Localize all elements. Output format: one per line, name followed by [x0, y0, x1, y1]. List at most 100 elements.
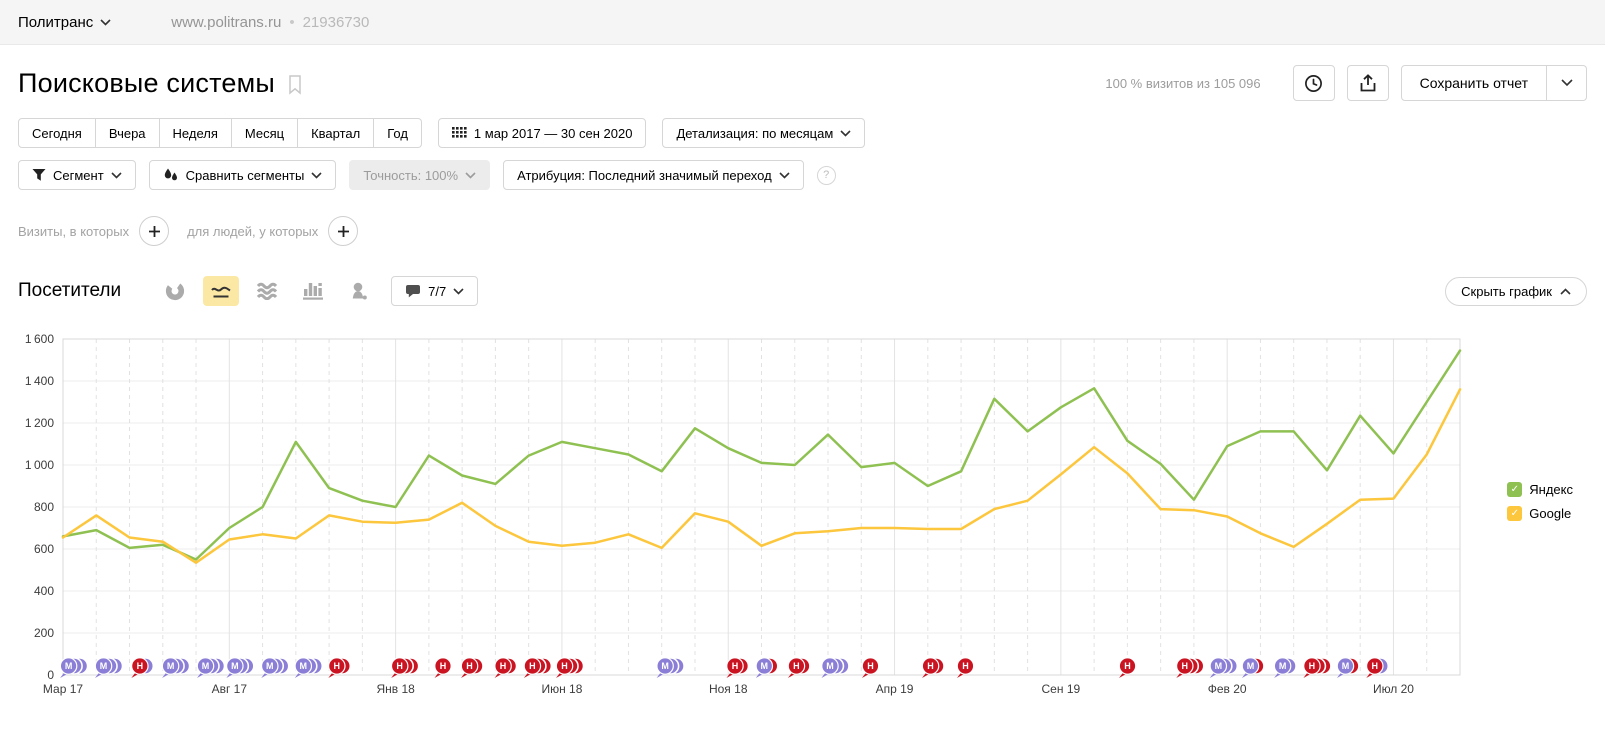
site-info: www.politrans.ru • 21936730	[171, 14, 369, 31]
chart-type-line-button[interactable]	[203, 276, 239, 306]
chevron-down-icon	[779, 172, 790, 179]
svg-text:Н: Н	[1372, 661, 1379, 671]
svg-text:Н: Н	[561, 661, 568, 671]
svg-text:1 200: 1 200	[25, 416, 54, 430]
plus-icon	[337, 225, 350, 238]
legend-item-yandex[interactable]: ✓ Яндекс	[1507, 482, 1573, 497]
report-page: Поисковые системы 100 % визитов из 105 0…	[0, 63, 1605, 700]
chevron-down-icon	[111, 172, 122, 179]
svg-text:М: М	[1247, 661, 1255, 671]
svg-text:М: М	[300, 661, 308, 671]
bookmark-icon[interactable]	[287, 74, 303, 95]
visitors-chart-area: 02004006008001 0001 2001 4001 600ММНММММ…	[18, 322, 1587, 700]
query-builder: Визиты, в которых для людей, у которых	[18, 216, 1587, 246]
chart-legend: ✓ Яндекс ✓ Google	[1507, 482, 1573, 530]
chevron-down-icon	[100, 19, 111, 26]
tab-year[interactable]: Год	[374, 118, 422, 148]
tab-week[interactable]: Неделя	[160, 118, 232, 148]
visits-condition-label: Визиты, в которых	[18, 224, 129, 239]
period-toolbar: Сегодня Вчера Неделя Месяц Квартал Год 1…	[18, 118, 1587, 148]
tab-quarter[interactable]: Квартал	[298, 118, 374, 148]
detalization-label: Детализация: по месяцам	[676, 126, 833, 141]
svg-text:Н: Н	[137, 661, 144, 671]
save-report-menu-button[interactable]	[1547, 65, 1587, 101]
visitors-line-chart[interactable]: 02004006008001 0001 2001 4001 600ММНММММ…	[18, 322, 1587, 700]
svg-text:600: 600	[34, 542, 54, 556]
svg-text:400: 400	[34, 584, 54, 598]
segment-dropdown[interactable]: Сегмент	[18, 160, 136, 190]
svg-text:М: М	[202, 661, 210, 671]
counter-id: 21936730	[303, 14, 370, 31]
svg-text:Н: Н	[334, 661, 341, 671]
chart-title: Посетители	[18, 280, 121, 302]
schedule-button[interactable]	[1293, 65, 1335, 101]
export-button[interactable]	[1347, 65, 1389, 101]
tab-month[interactable]: Месяц	[232, 118, 298, 148]
accuracy-dropdown[interactable]: Точность: 100%	[349, 160, 490, 190]
svg-text:М: М	[1279, 661, 1287, 671]
attribution-dropdown[interactable]: Атрибуция: Последний значимый переход	[503, 160, 804, 190]
chart-type-columns-button[interactable]	[295, 276, 331, 306]
period-tabs: Сегодня Вчера Неделя Месяц Квартал Год	[18, 118, 422, 148]
legend-label: Яндекс	[1529, 482, 1573, 497]
pie-chart-icon	[165, 281, 185, 301]
speech-bubble-icon	[405, 284, 421, 299]
map-pin-icon	[350, 282, 368, 301]
svg-text:Н: Н	[927, 661, 934, 671]
save-report-button[interactable]: Сохранить отчет	[1401, 65, 1547, 101]
legend-label: Google	[1529, 506, 1571, 521]
help-icon[interactable]: ?	[817, 166, 836, 185]
date-range-label: 1 мар 2017 — 30 сен 2020	[474, 126, 633, 141]
chevron-up-icon	[1560, 288, 1571, 295]
svg-text:М: М	[100, 661, 108, 671]
chart-type-area-button[interactable]	[249, 276, 285, 306]
svg-text:Янв 18: Янв 18	[376, 682, 415, 696]
chart-type-pie-button[interactable]	[157, 276, 193, 306]
svg-text:Н: Н	[466, 661, 473, 671]
tab-yesterday[interactable]: Вчера	[96, 118, 160, 148]
topbar: Политранс www.politrans.ru • 21936730	[0, 0, 1605, 45]
compare-segments-dropdown[interactable]: Сравнить сегменты	[149, 160, 337, 190]
legend-item-google[interactable]: ✓ Google	[1507, 506, 1573, 521]
checkbox-checked-icon: ✓	[1507, 482, 1522, 497]
svg-text:Н: Н	[1124, 661, 1131, 671]
svg-text:М: М	[1215, 661, 1223, 671]
line-chart-icon	[210, 283, 232, 300]
segment-toolbar: Сегмент Сравнить сегменты Точность: 100%…	[18, 160, 1587, 190]
accuracy-label: Точность: 100%	[363, 168, 458, 183]
add-visit-condition-button[interactable]	[139, 216, 169, 246]
svg-text:0: 0	[47, 668, 54, 682]
goals-dropdown[interactable]: 7/7	[391, 276, 478, 306]
column-chart-icon	[303, 282, 323, 300]
svg-text:Н: Н	[440, 661, 447, 671]
attribution-label: Атрибуция: Последний значимый переход	[517, 168, 772, 183]
chevron-down-icon	[1561, 79, 1573, 87]
goals-count-label: 7/7	[428, 284, 446, 299]
counter-switcher[interactable]: Политранс	[18, 14, 111, 31]
svg-text:Июл 20: Июл 20	[1373, 682, 1414, 696]
checkbox-checked-icon: ✓	[1507, 506, 1522, 521]
svg-text:800: 800	[34, 500, 54, 514]
calendar-grid-icon	[452, 127, 467, 140]
svg-text:М: М	[661, 661, 669, 671]
add-people-condition-button[interactable]	[328, 216, 358, 246]
svg-text:200: 200	[34, 626, 54, 640]
date-range-button[interactable]: 1 мар 2017 — 30 сен 2020	[438, 118, 647, 148]
site-url: www.politrans.ru	[171, 14, 281, 31]
chevron-down-icon	[453, 288, 464, 295]
svg-text:Н: Н	[962, 661, 969, 671]
detalization-dropdown[interactable]: Детализация: по месяцам	[662, 118, 865, 148]
svg-text:М: М	[826, 661, 834, 671]
funnel-icon	[32, 168, 46, 182]
tab-today[interactable]: Сегодня	[18, 118, 96, 148]
svg-text:М: М	[1342, 661, 1350, 671]
save-report-split-button: Сохранить отчет	[1401, 65, 1587, 101]
svg-text:Ноя 18: Ноя 18	[709, 682, 748, 696]
chart-type-map-button[interactable]	[341, 276, 377, 306]
compare-segments-label: Сравнить сегменты	[186, 168, 305, 183]
svg-text:1 600: 1 600	[25, 332, 54, 346]
svg-text:М: М	[266, 661, 274, 671]
hide-chart-button[interactable]: Скрыть график	[1445, 277, 1587, 306]
svg-text:Н: Н	[732, 661, 739, 671]
svg-text:Авг 17: Авг 17	[212, 682, 248, 696]
